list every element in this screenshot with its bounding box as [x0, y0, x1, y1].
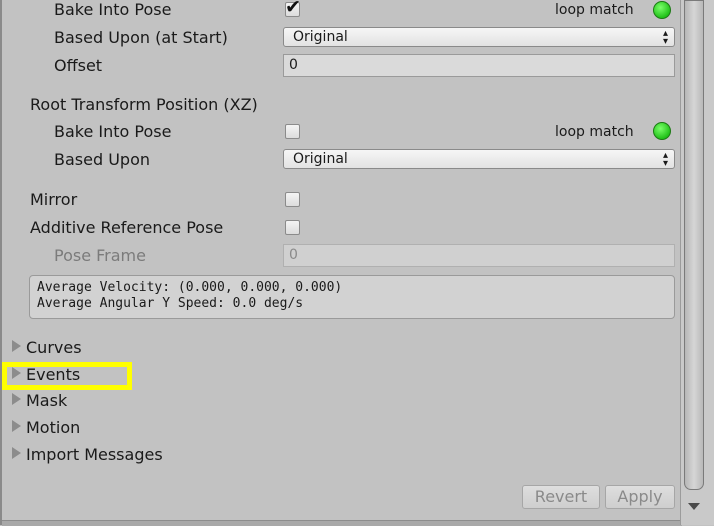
yellow-highlight-box [2, 362, 132, 390]
updown-arrows-icon: ▴ ▾ [662, 28, 668, 47]
checkmark-icon: ✔ [285, 0, 301, 18]
motion-info-box: Average Velocity: (0.000, 0.000, 0.000) … [29, 275, 675, 319]
updown-arrows-icon: ▴ ▾ [662, 150, 668, 169]
root-y-offset-label: Offset [54, 56, 103, 75]
scroll-down-arrow-icon[interactable] [688, 503, 700, 510]
additive-reference-pose-checkbox[interactable] [285, 220, 300, 235]
foldout-motion-label: Motion [26, 418, 81, 437]
foldout-import-messages[interactable]: Import Messages [12, 445, 163, 465]
triangle-right-icon [12, 447, 21, 459]
average-angular-speed-text: Average Angular Y Speed: 0.0 deg/s [37, 296, 304, 311]
root-xz-based-upon-label: Based Upon [54, 150, 150, 169]
root-y-bake-checkbox[interactable]: ✔ [285, 0, 301, 18]
mirror-label: Mirror [30, 190, 78, 209]
foldout-import-messages-label: Import Messages [26, 445, 163, 464]
triangle-right-icon [12, 393, 21, 405]
inspector-panel: Bake Into Pose ✔ loop match Based Upon (… [0, 0, 682, 526]
additive-reference-pose-label: Additive Reference Pose [30, 218, 224, 237]
loop-match-green-circle-icon [653, 1, 671, 19]
root-xz-based-upon-dropdown[interactable]: Original ▴ ▾ [283, 149, 675, 169]
root-xz-bake-label: Bake Into Pose [54, 122, 172, 141]
triangle-right-icon [12, 340, 21, 352]
root-xz-section-title: Root Transform Position (XZ) [30, 95, 258, 114]
root-y-based-upon-label: Based Upon (at Start) [54, 28, 228, 47]
root-y-loop-match-label: loop match [555, 2, 634, 18]
pose-frame-field: 0 [283, 244, 675, 267]
root-y-based-upon-dropdown[interactable]: Original ▴ ▾ [283, 27, 675, 47]
vertical-scrollbar[interactable] [680, 0, 714, 525]
foldout-motion[interactable]: Motion [12, 418, 80, 438]
root-y-bake-label: Bake Into Pose [54, 0, 172, 19]
root-y-offset-field[interactable]: 0 [283, 54, 675, 77]
apply-button[interactable]: Apply [605, 485, 675, 509]
revert-button[interactable]: Revert [522, 485, 600, 509]
loop-match-green-circle-icon [653, 122, 671, 140]
mirror-checkbox[interactable] [285, 192, 300, 207]
root-xz-bake-checkbox[interactable] [285, 124, 300, 139]
root-xz-based-upon-value: Original [293, 151, 348, 167]
root-xz-loop-match-label: loop match [555, 124, 634, 140]
foldout-mask-label: Mask [26, 391, 68, 410]
foldout-curves-label: Curves [26, 338, 82, 357]
pose-frame-label: Pose Frame [54, 246, 146, 265]
average-velocity-text: Average Velocity: (0.000, 0.000, 0.000) [37, 280, 343, 295]
foldout-mask[interactable]: Mask [12, 391, 67, 411]
triangle-right-icon [12, 420, 21, 432]
root-y-based-upon-value: Original [293, 29, 348, 45]
foldout-curves[interactable]: Curves [12, 338, 82, 358]
panel-bottom-edge [2, 520, 682, 526]
scrollbar-thumb[interactable] [684, 0, 704, 490]
